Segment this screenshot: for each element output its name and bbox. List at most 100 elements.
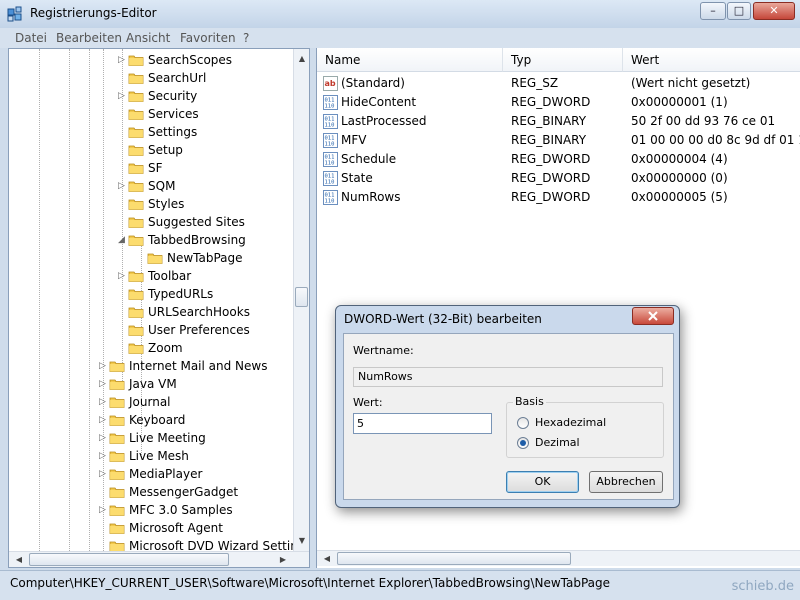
menu-ansicht[interactable]: Ansicht bbox=[126, 31, 170, 45]
tree-item[interactable]: ▷ Live Meeting bbox=[9, 429, 293, 447]
expand-arrow-icon[interactable]: ▷ bbox=[118, 177, 128, 195]
close-button[interactable]: ✕ bbox=[753, 2, 795, 20]
tree-item[interactable]: ▷ Java VM bbox=[9, 375, 293, 393]
expand-arrow-icon[interactable]: ▷ bbox=[99, 447, 109, 465]
tree-item[interactable]: SearchUrl bbox=[9, 69, 293, 87]
value-row[interactable]: 011 110 HideContent REG_DWORD 0x00000001 (1) bbox=[317, 93, 800, 112]
dialog-body: Wertname: NumRows Wert: Basis Hexadezima… bbox=[343, 333, 674, 500]
tree-item[interactable]: NewTabPage bbox=[9, 249, 293, 267]
tree-item[interactable]: Suggested Sites bbox=[9, 213, 293, 231]
list-hscroll-thumb[interactable] bbox=[337, 552, 571, 565]
value-row[interactable]: ab (Standard) REG_SZ (Wert nicht gesetzt) bbox=[317, 74, 800, 93]
collapse-arrow-icon[interactable]: ◢ bbox=[118, 231, 128, 249]
tree-item[interactable]: ▷ Security bbox=[9, 87, 293, 105]
tree-item[interactable]: TypedURLs bbox=[9, 285, 293, 303]
column-header-type[interactable]: Typ bbox=[503, 48, 623, 72]
expand-arrow-icon[interactable]: ▷ bbox=[99, 501, 109, 519]
folder-icon bbox=[128, 199, 144, 210]
value-row[interactable]: 011 110 LastProcessed REG_BINARY 50 2f 00 dd… bbox=[317, 112, 800, 131]
tree-item[interactable]: Settings bbox=[9, 123, 293, 141]
folder-icon bbox=[147, 253, 163, 264]
cancel-button[interactable]: Abbrechen bbox=[589, 471, 663, 493]
expand-arrow-icon[interactable]: ▷ bbox=[118, 87, 128, 105]
tree-item[interactable]: MessengerGadget bbox=[9, 483, 293, 501]
folder-icon bbox=[128, 289, 144, 300]
tree-item[interactable]: ▷ Toolbar bbox=[9, 267, 293, 285]
tree-item[interactable]: ▷ Internet Mail and News bbox=[9, 357, 293, 375]
value-data-label: Wert: bbox=[353, 396, 383, 409]
tree-item[interactable]: ▷ Live Mesh bbox=[9, 447, 293, 465]
tree-horizontal-scrollbar[interactable]: ◀ ▶ bbox=[9, 551, 309, 567]
tree-item[interactable]: URLSearchHooks bbox=[9, 303, 293, 321]
column-header-value[interactable]: Wert bbox=[623, 48, 800, 72]
expand-arrow-icon[interactable]: ▷ bbox=[99, 393, 109, 411]
tree-item[interactable]: ▷ Journal bbox=[9, 393, 293, 411]
folder-icon bbox=[109, 523, 125, 534]
menu-bearbeiten[interactable]: Bearbeiten bbox=[56, 31, 122, 45]
scroll-right-arrow-icon[interactable]: ▶ bbox=[275, 552, 291, 567]
tree-item[interactable]: Setup bbox=[9, 141, 293, 159]
value-name-cell: Schedule bbox=[341, 152, 397, 166]
tree-item[interactable]: Zoom bbox=[9, 339, 293, 357]
registry-editor-app-icon bbox=[7, 6, 22, 22]
tree-item-label: Java VM bbox=[129, 377, 177, 391]
tree-item[interactable]: User Preferences bbox=[9, 321, 293, 339]
decimal-radio[interactable] bbox=[517, 437, 529, 449]
maximize-button[interactable]: □ bbox=[727, 2, 751, 20]
menu-help[interactable]: ? bbox=[243, 31, 249, 45]
base-groupbox: Basis Hexadezimal Dezimal bbox=[506, 395, 664, 458]
value-row[interactable]: 011 110 State REG_DWORD 0x00000000 (0) bbox=[317, 169, 800, 188]
menu-favoriten[interactable]: Favoriten bbox=[180, 31, 236, 45]
tree-item[interactable]: ▷ MFC 3.0 Samples bbox=[9, 501, 293, 519]
scroll-up-arrow-icon[interactable]: ▲ bbox=[294, 51, 309, 67]
value-type-cell: REG_BINARY bbox=[511, 133, 587, 147]
minimize-button[interactable]: – bbox=[700, 2, 726, 20]
folder-icon bbox=[109, 451, 125, 462]
value-row[interactable]: 011 110 MFV REG_BINARY 01 00 00 00 d0 8c 9d … bbox=[317, 131, 800, 150]
value-name-cell: State bbox=[341, 171, 373, 185]
expand-arrow-icon[interactable]: ▷ bbox=[118, 51, 128, 69]
folder-icon bbox=[109, 505, 125, 516]
tree-item[interactable]: ▷ MediaPlayer bbox=[9, 465, 293, 483]
list-scroll-left-arrow-icon[interactable]: ◀ bbox=[319, 551, 335, 567]
ok-button[interactable]: OK bbox=[506, 471, 579, 493]
tree-item[interactable]: Services bbox=[9, 105, 293, 123]
expand-arrow-icon[interactable]: ▷ bbox=[99, 357, 109, 375]
folder-icon bbox=[128, 127, 144, 138]
tree-item-label: Keyboard bbox=[129, 413, 186, 427]
tree-vertical-scrollbar[interactable]: ▲ ▼ bbox=[293, 49, 309, 551]
tree-item[interactable]: ◢ TabbedBrowsing bbox=[9, 231, 293, 249]
tree-item[interactable]: ▷ SearchScopes bbox=[9, 51, 293, 69]
scroll-left-arrow-icon[interactable]: ◀ bbox=[11, 552, 27, 567]
binary-value-icon: 011110 bbox=[323, 133, 338, 148]
tree-item[interactable]: ▷ Keyboard bbox=[9, 411, 293, 429]
menu-datei[interactable]: Datei bbox=[15, 31, 47, 45]
key-tree-pane[interactable]: ▷ SearchScopes SearchUrl ▷ Security Services S… bbox=[8, 48, 310, 568]
tree-item[interactable]: SF bbox=[9, 159, 293, 177]
column-header-name[interactable]: Name bbox=[317, 48, 503, 72]
hexadecimal-radio[interactable] bbox=[517, 417, 529, 429]
tree-hscroll-thumb[interactable] bbox=[29, 553, 229, 566]
dialog-close-button[interactable] bbox=[632, 307, 674, 325]
value-row[interactable]: 011 110 Schedule REG_DWORD 0x00000004 (4) bbox=[317, 150, 800, 169]
expand-arrow-icon[interactable]: ▷ bbox=[118, 267, 128, 285]
expand-arrow-icon[interactable]: ▷ bbox=[99, 411, 109, 429]
scroll-down-arrow-icon[interactable]: ▼ bbox=[294, 533, 309, 549]
value-data-input[interactable] bbox=[353, 413, 492, 434]
expand-arrow-icon[interactable]: ▷ bbox=[99, 375, 109, 393]
menu-bar: Datei Bearbeiten Ansicht Favoriten ? bbox=[0, 28, 800, 48]
svg-text:ab: ab bbox=[325, 79, 336, 88]
value-row[interactable]: 011 110 NumRows REG_DWORD 0x00000005 (5) bbox=[317, 188, 800, 207]
tree-item[interactable]: Microsoft Agent bbox=[9, 519, 293, 537]
value-data-cell: 0x00000001 (1) bbox=[631, 95, 728, 109]
expand-arrow-icon[interactable]: ▷ bbox=[99, 465, 109, 483]
title-bar[interactable]: Registrierungs-Editor – □ ✕ bbox=[0, 0, 800, 28]
tree-scroll-thumb[interactable] bbox=[295, 287, 308, 307]
tree-item-label: MessengerGadget bbox=[129, 485, 239, 499]
hexadecimal-label[interactable]: Hexadezimal bbox=[535, 416, 606, 429]
decimal-label[interactable]: Dezimal bbox=[535, 436, 580, 449]
tree-item[interactable]: Styles bbox=[9, 195, 293, 213]
expand-arrow-icon[interactable]: ▷ bbox=[99, 429, 109, 447]
list-horizontal-scrollbar[interactable]: ◀ bbox=[317, 550, 800, 566]
tree-item[interactable]: ▷ SQM bbox=[9, 177, 293, 195]
